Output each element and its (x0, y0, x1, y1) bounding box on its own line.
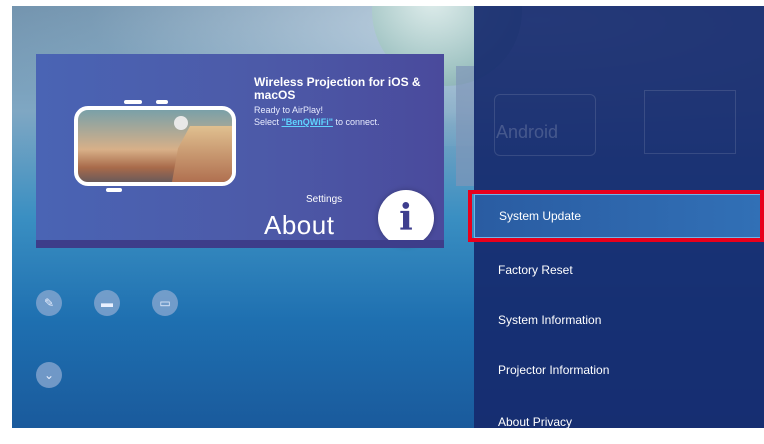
input-source-icon[interactable]: ▭ (152, 290, 178, 316)
rock-graphic (172, 126, 232, 182)
hdmi-icon[interactable]: ▬ (94, 290, 120, 316)
menu-item-about-privacy[interactable]: About Privacy (474, 400, 764, 444)
menu-item-system-information[interactable]: System Information (474, 298, 764, 342)
phone-button-icon (124, 100, 142, 104)
phone-button-icon (156, 100, 168, 104)
about-card[interactable]: Wireless Projection for iOS & macOS Read… (36, 54, 444, 248)
wifi-name-link[interactable]: "BenQWiFi" (282, 117, 333, 127)
card-bottom-strip (36, 240, 444, 248)
select-wifi-text: Select "BenQWiFi" to connect. (254, 117, 380, 127)
down-arrow-icon[interactable]: ⌄ (36, 362, 62, 388)
wireless-projection-title: Wireless Projection for iOS & macOS (254, 75, 421, 102)
phone-illustration (74, 106, 236, 186)
info-button[interactable]: i (378, 190, 434, 246)
about-title: About (264, 210, 335, 240)
airplay-ready-text: Ready to AirPlay! (254, 105, 324, 115)
pencil-icon[interactable]: ✎ (36, 290, 62, 316)
next-card-edge[interactable] (456, 66, 476, 186)
phone-button-icon (106, 188, 122, 192)
background-app-label: Android (496, 122, 559, 142)
selection-highlight-box (468, 190, 764, 242)
moon-graphic (174, 116, 188, 130)
menu-item-factory-reset[interactable]: Factory Reset (474, 248, 764, 292)
menu-item-projector-information[interactable]: Projector Information (474, 348, 764, 392)
settings-label: Settings (306, 194, 343, 205)
info-icon: i (399, 197, 413, 239)
background-monitor-tile (644, 90, 736, 154)
